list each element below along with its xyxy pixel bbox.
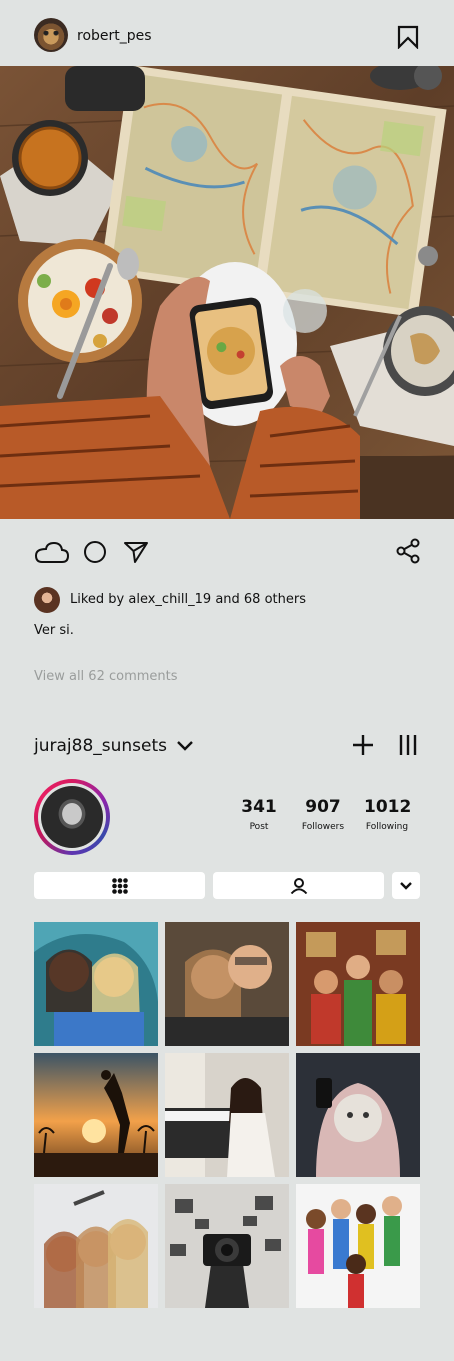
photographer-camera-photo[interactable] <box>165 1184 289 1308</box>
two-girls-laughing-photo[interactable] <box>34 922 158 1046</box>
girl-piano-photo[interactable] <box>165 1053 289 1177</box>
poster-avatar[interactable] <box>34 18 68 52</box>
costume-group-photo[interactable] <box>296 922 420 1046</box>
couple-selfie-photo[interactable] <box>165 922 289 1046</box>
volleyball-sunset-photo[interactable] <box>34 1053 158 1177</box>
send-icon[interactable] <box>123 540 149 564</box>
post-image[interactable] <box>0 66 454 519</box>
grid-icon <box>111 877 128 894</box>
bookmark-icon[interactable] <box>397 25 419 49</box>
stat-following[interactable]: 1012 Following <box>364 797 411 832</box>
liker-avatar[interactable] <box>34 587 60 613</box>
profile-tabs <box>0 872 454 900</box>
stat-posts[interactable]: 341 Post <box>239 797 279 832</box>
profile-username[interactable]: juraj88_sunsets <box>34 736 167 756</box>
share-icon[interactable] <box>396 538 420 564</box>
comment-icon[interactable] <box>83 540 107 564</box>
stat-followers[interactable]: 907 Followers <box>298 797 348 832</box>
chevron-down-icon[interactable] <box>176 739 194 753</box>
post-actions <box>0 530 454 576</box>
poster-username[interactable]: robert_pes <box>77 28 152 44</box>
tab-grid[interactable] <box>34 872 205 899</box>
tab-more[interactable] <box>392 872 420 899</box>
cloud-icon[interactable] <box>34 540 70 564</box>
face-mask-selfie-photo[interactable] <box>296 1053 420 1177</box>
tab-tagged[interactable] <box>213 872 384 899</box>
profile-bar: juraj88_sunsets <box>0 730 454 764</box>
post-header: robert_pes <box>0 0 454 66</box>
cartoon-characters-photo[interactable] <box>296 1184 420 1308</box>
view-comments-link[interactable]: View all 62 comments <box>34 669 178 684</box>
person-icon <box>290 877 307 894</box>
likes-text[interactable]: Liked by alex_chill_19 and 68 others <box>70 592 306 607</box>
post-caption: Ver si. <box>34 623 74 638</box>
friends-group-selfie-photo[interactable] <box>34 1184 158 1308</box>
chevron-down-icon <box>400 881 412 890</box>
plus-icon[interactable] <box>352 734 374 756</box>
menu-icon[interactable] <box>398 734 418 756</box>
profile-avatar[interactable] <box>34 779 110 855</box>
